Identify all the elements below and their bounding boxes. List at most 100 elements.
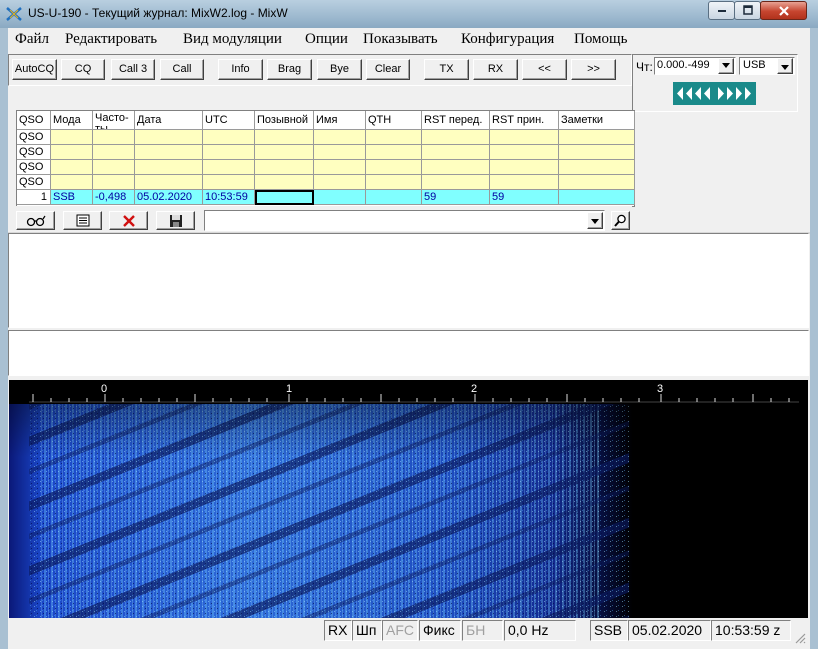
log-cell-rst-rcvd[interactable] xyxy=(490,175,559,190)
chevron-down-icon[interactable] xyxy=(777,58,793,74)
tune-button[interactable] xyxy=(673,82,756,105)
log-cell-qth[interactable] xyxy=(366,175,422,190)
call-button[interactable]: Call xyxy=(160,59,204,80)
status-width[interactable]: Шп xyxy=(352,620,382,641)
frequency-select[interactable]: 0.000.-499 xyxy=(654,57,736,75)
row-label-qso: QSO xyxy=(17,160,51,175)
log-cell-freq[interactable] xyxy=(93,160,135,175)
log-cell-call[interactable] xyxy=(255,160,314,175)
current-cell-rst-sent[interactable]: 59 xyxy=(422,190,490,205)
prev-button[interactable]: << xyxy=(522,59,567,80)
status-afc[interactable]: AFC xyxy=(382,620,418,641)
log-cell-qth[interactable] xyxy=(366,160,422,175)
log-cell-mode[interactable] xyxy=(51,175,93,190)
log-cell-notes[interactable] xyxy=(559,160,635,175)
status-mode[interactable]: SSB xyxy=(590,620,628,641)
menu-edit[interactable]: Редактировать xyxy=(65,31,157,48)
current-cell-name[interactable] xyxy=(314,190,366,205)
log-cell-rst-sent[interactable] xyxy=(422,130,490,145)
log-cell-date[interactable] xyxy=(135,160,203,175)
tx-text-pane[interactable] xyxy=(8,330,809,376)
log-cell-call[interactable] xyxy=(255,175,314,190)
log-cell-date[interactable] xyxy=(135,130,203,145)
log-cell-notes[interactable] xyxy=(559,130,635,145)
log-cell-mode[interactable] xyxy=(51,130,93,145)
log-cell-freq[interactable] xyxy=(93,175,135,190)
rx-text-pane[interactable] xyxy=(8,233,809,328)
next-button[interactable]: >> xyxy=(571,59,616,80)
menu-file[interactable]: Файл xyxy=(15,31,49,48)
waterfall-graph[interactable]: 0 1 2 3 7 xyxy=(9,380,808,618)
current-cell-notes[interactable] xyxy=(559,190,635,205)
status-rx[interactable]: RX xyxy=(324,620,352,641)
current-cell-call[interactable] xyxy=(255,190,314,205)
log-cell-utc[interactable] xyxy=(203,130,255,145)
log-view-button[interactable] xyxy=(63,211,102,230)
status-fix[interactable]: Фикс xyxy=(419,620,461,641)
resize-grip-icon[interactable] xyxy=(794,632,806,644)
menu-config[interactable]: Конфигурация xyxy=(461,31,554,48)
menu-options[interactable]: Опции xyxy=(305,31,348,48)
log-cell-notes[interactable] xyxy=(559,145,635,160)
current-cell-freq[interactable]: -0,498 xyxy=(93,190,135,205)
log-cell-call[interactable] xyxy=(255,145,314,160)
info-button[interactable]: Info xyxy=(218,59,263,80)
close-button[interactable] xyxy=(760,1,807,20)
log-rows[interactable]: QSO QSO QSO QSO 1 SSB -0,498 05.02.2020 10:53:59… xyxy=(17,130,635,206)
log-cell-date[interactable] xyxy=(135,175,203,190)
log-cell-rst-rcvd[interactable] xyxy=(490,130,559,145)
menu-view[interactable]: Показывать xyxy=(363,31,438,48)
log-cell-call[interactable] xyxy=(255,130,314,145)
log-cell-mode[interactable] xyxy=(51,145,93,160)
log-cell-rst-rcvd[interactable] xyxy=(490,145,559,160)
title-bar[interactable]: US-U-190 - Текущий журнал: MixW2.log - M… xyxy=(0,0,818,28)
current-cell-qth[interactable] xyxy=(366,190,422,205)
log-cell-mode[interactable] xyxy=(51,160,93,175)
status-bn[interactable]: БН xyxy=(462,620,503,641)
current-cell-mode[interactable]: SSB xyxy=(51,190,93,205)
menu-mode[interactable]: Вид модуляции xyxy=(183,31,282,48)
minimize-button[interactable] xyxy=(708,1,735,20)
log-search-combo[interactable] xyxy=(204,210,605,231)
mode-select[interactable]: USB xyxy=(739,57,795,75)
maximize-button[interactable] xyxy=(734,1,761,20)
call3-button[interactable]: Call 3 xyxy=(111,59,155,80)
search-button[interactable] xyxy=(611,211,630,230)
clear-button[interactable]: Clear xyxy=(366,59,410,80)
tuning-arrows-icon xyxy=(677,87,751,100)
log-cell-rst-sent[interactable] xyxy=(422,160,490,175)
chevron-down-icon[interactable] xyxy=(587,212,603,229)
current-cell-date[interactable]: 05.02.2020 xyxy=(135,190,203,205)
menu-help[interactable]: Помощь xyxy=(574,31,627,48)
bye-button[interactable]: Bye xyxy=(317,59,362,80)
log-cell-date[interactable] xyxy=(135,145,203,160)
close-icon xyxy=(778,6,789,16)
log-cell-notes[interactable] xyxy=(559,175,635,190)
log-cell-name[interactable] xyxy=(314,130,366,145)
log-cell-utc[interactable] xyxy=(203,160,255,175)
log-cell-freq[interactable] xyxy=(93,145,135,160)
save-button[interactable] xyxy=(156,211,195,230)
tx-button[interactable]: TX xyxy=(424,59,469,80)
waterfall-display[interactable]: 0 1 2 3 7 xyxy=(9,380,808,618)
log-cell-freq[interactable] xyxy=(93,130,135,145)
chevron-down-icon[interactable] xyxy=(718,58,734,74)
current-cell-utc[interactable]: 10:53:59 xyxy=(203,190,255,205)
log-cell-rst-sent[interactable] xyxy=(422,175,490,190)
log-cell-rst-rcvd[interactable] xyxy=(490,160,559,175)
log-cell-name[interactable] xyxy=(314,145,366,160)
log-cell-name[interactable] xyxy=(314,160,366,175)
cq-button[interactable]: CQ xyxy=(61,59,105,80)
autocq-button[interactable]: AutoCQ xyxy=(12,59,57,80)
log-cell-qth[interactable] xyxy=(366,130,422,145)
log-cell-name[interactable] xyxy=(314,175,366,190)
log-cell-rst-sent[interactable] xyxy=(422,145,490,160)
lookup-button[interactable] xyxy=(16,211,55,230)
rx-button[interactable]: RX xyxy=(473,59,518,80)
log-cell-qth[interactable] xyxy=(366,145,422,160)
log-cell-utc[interactable] xyxy=(203,175,255,190)
log-cell-utc[interactable] xyxy=(203,145,255,160)
current-cell-rst-rcvd[interactable]: 59 xyxy=(490,190,559,205)
delete-button[interactable] xyxy=(109,211,148,230)
brag-button[interactable]: Brag xyxy=(267,59,312,80)
